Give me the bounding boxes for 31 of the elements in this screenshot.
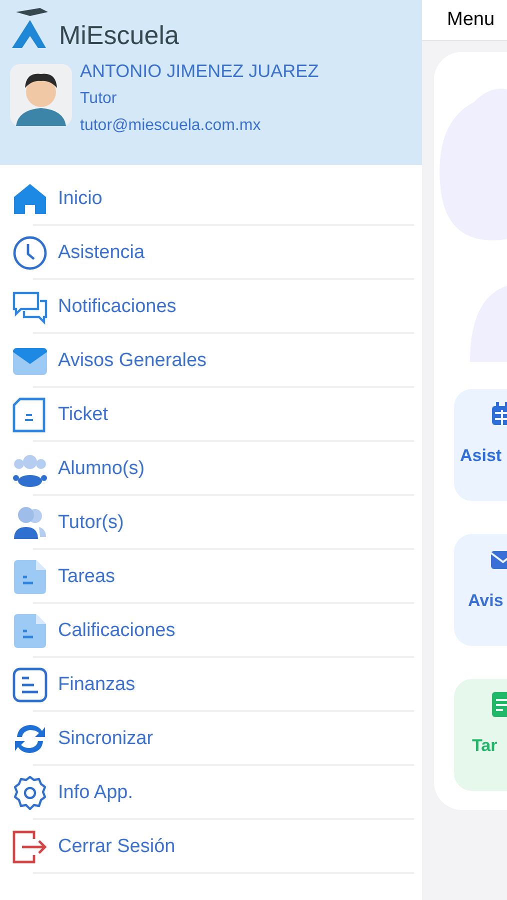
menu-item[interactable]: Calificaciones (58, 616, 176, 646)
document-icon (12, 613, 48, 649)
chat-icon (12, 289, 48, 325)
settings-icon (12, 775, 48, 811)
exit-icon (12, 829, 48, 865)
menu-item[interactable]: Notificaciones (58, 292, 176, 322)
user-role: Tutor (80, 89, 118, 109)
shortcut-tile[interactable]: Avis (454, 534, 507, 646)
menu-item[interactable]: Ticket (58, 400, 108, 430)
menu-item[interactable]: Tareas (58, 562, 116, 592)
app-name: MiEscuela (59, 22, 179, 48)
menu-item[interactable]: Cerrar Sesión (58, 832, 176, 862)
user-email: tutor@miescuela.com.mx (80, 116, 262, 136)
menu-item[interactable]: Asistencia (58, 238, 145, 268)
clock-icon (12, 235, 48, 271)
menu-item[interactable]: Sincronizar (58, 724, 154, 754)
document-icon (12, 397, 48, 433)
menu-item[interactable]: Tutor(s) (58, 508, 124, 538)
avatar-icon (10, 64, 72, 126)
house-icon (12, 181, 48, 217)
list-icon (12, 667, 48, 703)
menu-item[interactable]: Info App. (58, 778, 134, 808)
menu-item[interactable]: Avisos Generales (58, 346, 207, 376)
user-name: ANTONIO JIMENEZ JUAREZ (80, 60, 319, 83)
shortcut-tile[interactable]: Asist (454, 389, 507, 501)
people-icon (12, 505, 48, 541)
menu-item[interactable]: Inicio (58, 184, 102, 214)
screen-title: Menu (447, 8, 495, 32)
menu-item[interactable]: Finanzas (58, 670, 136, 700)
menu-item[interactable]: Alumno(s) (58, 454, 145, 484)
document-icon (12, 559, 48, 595)
